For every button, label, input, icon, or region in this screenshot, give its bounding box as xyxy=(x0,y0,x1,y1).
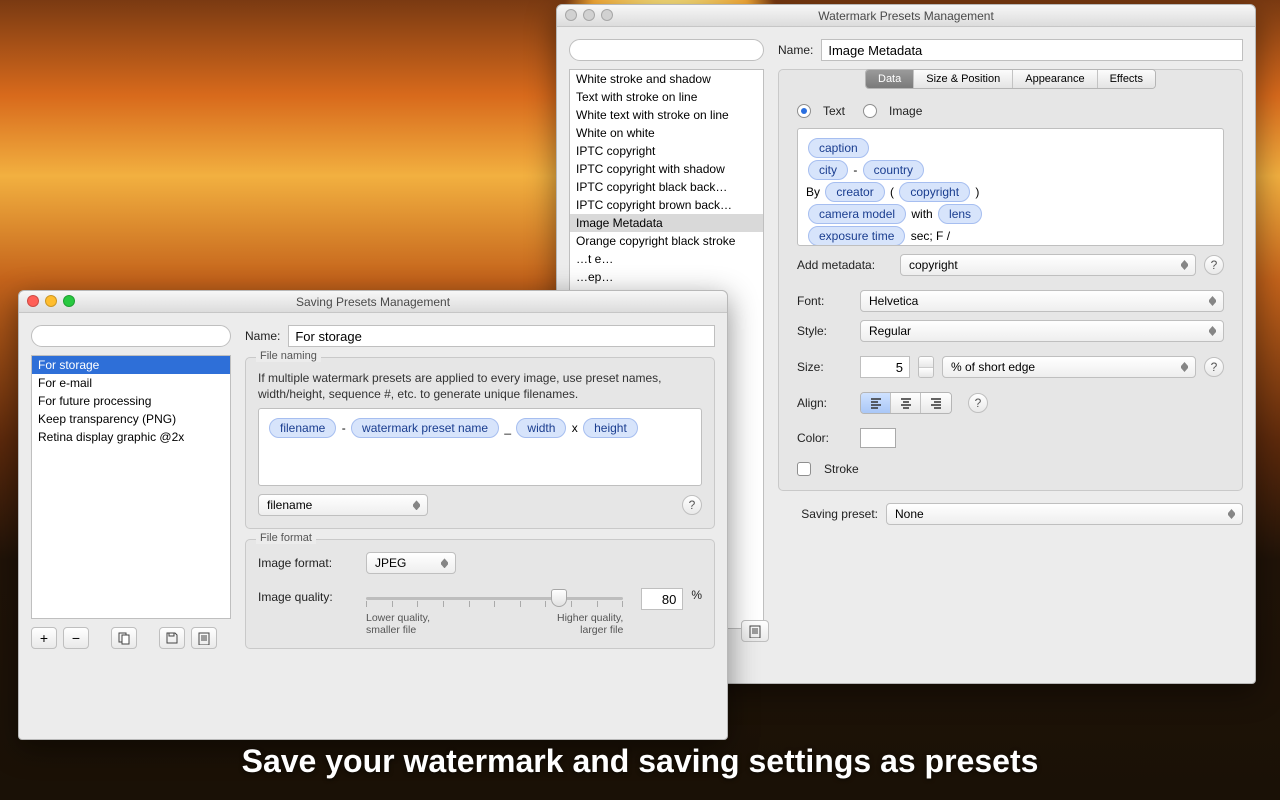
remove-button[interactable]: − xyxy=(63,627,89,649)
saving-titlebar[interactable]: Saving Presets Management xyxy=(19,291,727,313)
minimize-icon[interactable] xyxy=(583,9,595,21)
watermark-text-tokens[interactable]: caption city - country By creator ( copy… xyxy=(797,128,1224,246)
list-item[interactable]: IPTC copyright with shadow xyxy=(570,160,763,178)
saving-preset-label: Saving preset: xyxy=(778,507,878,521)
help-icon[interactable]: ? xyxy=(1204,255,1224,275)
image-quality-label: Image quality: xyxy=(258,588,358,604)
traffic-lights[interactable] xyxy=(565,9,613,21)
saving-preset-list[interactable]: For storageFor e-mailFor future processi… xyxy=(31,355,231,619)
tab-appearance[interactable]: Appearance xyxy=(1013,70,1097,88)
stroke-label: Stroke xyxy=(824,462,859,476)
watermark-name-input[interactable] xyxy=(821,39,1243,61)
saving-name-input[interactable] xyxy=(288,325,715,347)
watermark-search-input[interactable] xyxy=(569,39,764,61)
help-icon[interactable]: ? xyxy=(1204,357,1224,377)
saving-preset-select[interactable]: None xyxy=(886,503,1243,525)
image-format-select[interactable]: JPEG xyxy=(366,552,456,574)
minimize-icon[interactable] xyxy=(45,295,57,307)
list-item[interactable]: Orange copyright black stroke xyxy=(570,232,763,250)
quality-slider[interactable] xyxy=(366,588,623,608)
close-icon[interactable] xyxy=(27,295,39,307)
color-label: Color: xyxy=(797,431,852,445)
style-label: Style: xyxy=(797,324,852,338)
filename-tokens[interactable]: filename - watermark preset name _ width… xyxy=(258,408,702,486)
tab-data[interactable]: Data xyxy=(866,70,914,88)
list-item[interactable]: IPTC copyright black back… xyxy=(570,178,763,196)
add-metadata-select[interactable]: copyright xyxy=(900,254,1196,276)
align-label: Align: xyxy=(797,396,852,410)
stroke-checkbox[interactable] xyxy=(797,462,811,476)
file-naming-title: File naming xyxy=(256,350,321,362)
zoom-icon[interactable] xyxy=(601,9,613,21)
file-format-title: File format xyxy=(256,532,316,544)
align-right-icon[interactable] xyxy=(921,393,951,413)
list-item[interactable]: Retina display graphic @2x xyxy=(32,428,230,446)
list-item[interactable]: For future processing xyxy=(32,392,230,410)
list-item[interactable]: For e-mail xyxy=(32,374,230,392)
list-item[interactable]: …ep… xyxy=(570,268,763,286)
align-segment[interactable] xyxy=(860,392,952,414)
watermark-titlebar[interactable]: Watermark Presets Management xyxy=(557,5,1255,27)
list-item[interactable]: For storage xyxy=(32,356,230,374)
watermark-tabs[interactable]: Data Size & Position Appearance Effects xyxy=(865,69,1156,89)
list-item[interactable]: White stroke and shadow xyxy=(570,70,763,88)
list-item[interactable]: IPTC copyright xyxy=(570,142,763,160)
image-format-label: Image format: xyxy=(258,556,358,570)
quality-input[interactable] xyxy=(641,588,683,610)
tab-size-position[interactable]: Size & Position xyxy=(914,70,1013,88)
save-button[interactable] xyxy=(159,627,185,649)
saving-presets-window: Saving Presets Management For storageFor… xyxy=(18,290,728,740)
export-button[interactable] xyxy=(191,627,217,649)
close-icon[interactable] xyxy=(565,9,577,21)
traffic-lights[interactable] xyxy=(27,295,75,307)
export-button[interactable] xyxy=(741,620,769,642)
zoom-icon[interactable] xyxy=(63,295,75,307)
window-title: Watermark Presets Management xyxy=(818,9,994,23)
size-unit-select[interactable]: % of short edge xyxy=(942,356,1196,378)
saving-search-input[interactable] xyxy=(31,325,231,347)
list-item[interactable]: IPTC copyright brown back… xyxy=(570,196,763,214)
list-item[interactable]: Image Metadata xyxy=(570,214,763,232)
list-item[interactable]: Text with stroke on line xyxy=(570,88,763,106)
list-item[interactable]: Keep transparency (PNG) xyxy=(32,410,230,428)
help-icon[interactable]: ? xyxy=(968,393,988,413)
list-item[interactable]: White on white xyxy=(570,124,763,142)
font-label: Font: xyxy=(797,294,852,308)
align-left-icon[interactable] xyxy=(861,393,891,413)
help-icon[interactable]: ? xyxy=(682,495,702,515)
filename-token-select[interactable]: filename xyxy=(258,494,428,516)
type-text-radio[interactable]: Text xyxy=(797,104,845,118)
size-input[interactable] xyxy=(860,356,910,378)
size-stepper[interactable] xyxy=(918,356,934,378)
file-naming-help: If multiple watermark presets are applie… xyxy=(258,370,702,402)
list-item[interactable]: …t e… xyxy=(570,250,763,268)
size-label: Size: xyxy=(797,360,852,374)
color-swatch[interactable] xyxy=(860,428,896,448)
type-image-radio[interactable]: Image xyxy=(863,104,922,118)
window-title: Saving Presets Management xyxy=(296,295,450,309)
quality-high-label: Higher quality, larger file xyxy=(557,612,623,636)
name-label: Name: xyxy=(778,43,813,57)
align-center-icon[interactable] xyxy=(891,393,921,413)
list-item[interactable]: White text with stroke on line xyxy=(570,106,763,124)
add-button[interactable]: + xyxy=(31,627,57,649)
add-metadata-label: Add metadata: xyxy=(797,258,892,272)
marketing-caption: Save your watermark and saving settings … xyxy=(0,743,1280,780)
quality-low-label: Lower quality, smaller file xyxy=(366,612,430,636)
duplicate-button[interactable] xyxy=(111,627,137,649)
tab-effects[interactable]: Effects xyxy=(1098,70,1155,88)
name-label: Name: xyxy=(245,329,280,343)
style-select[interactable]: Regular xyxy=(860,320,1224,342)
font-select[interactable]: Helvetica xyxy=(860,290,1224,312)
